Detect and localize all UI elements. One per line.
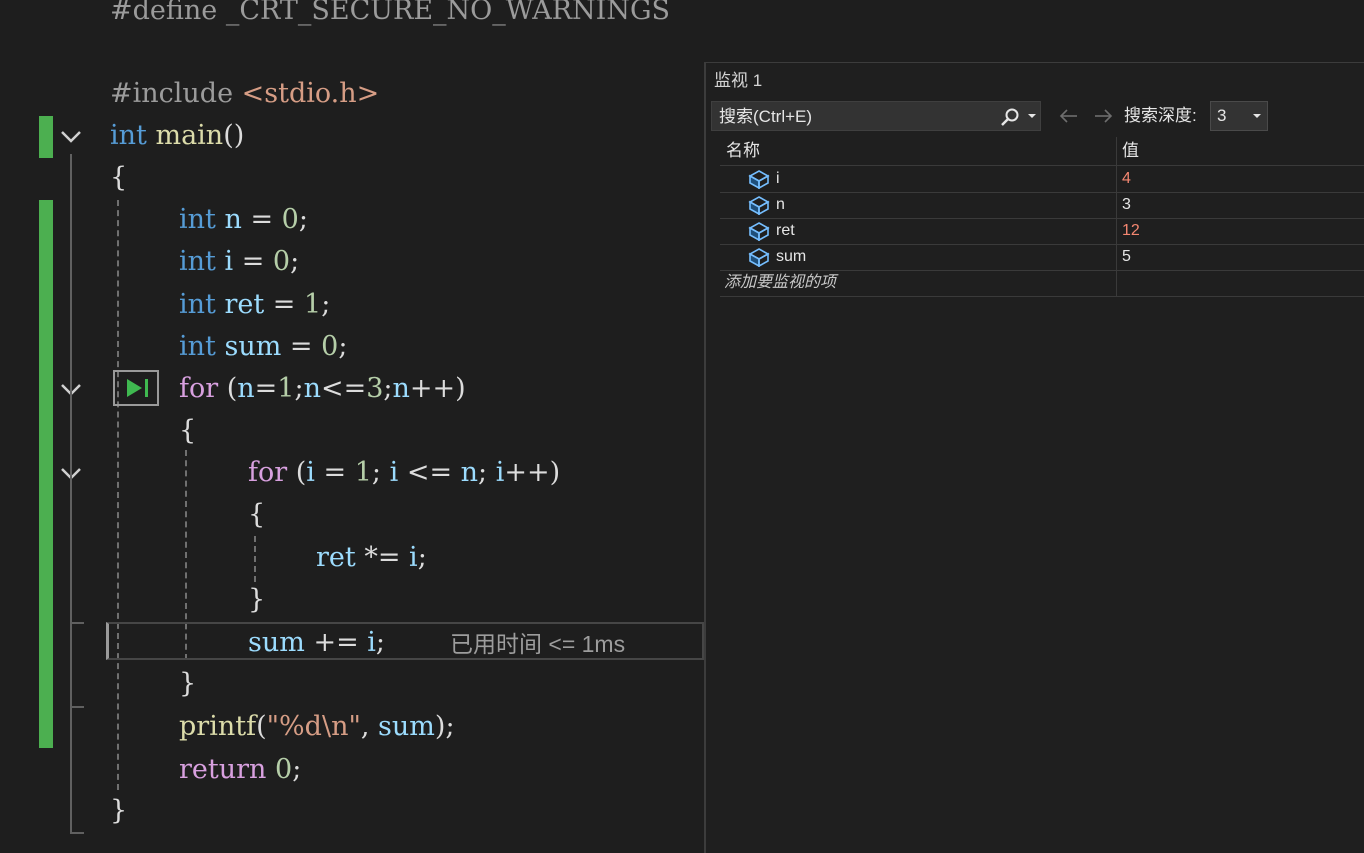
watch-row[interactable]: sum 5 <box>720 244 1364 271</box>
search-placeholder: 搜索(Ctrl+E) <box>719 107 813 126</box>
column-header-name[interactable]: 名称 <box>726 137 760 165</box>
code-line-brace: { <box>110 162 128 193</box>
code-line-sum-add: sum += i; <box>248 627 386 658</box>
code-line-include: #include <stdio.h> <box>110 78 380 109</box>
code-line-brace: { <box>248 499 266 530</box>
search-icon[interactable] <box>1000 107 1020 127</box>
code-line-brace: } <box>179 668 197 699</box>
code-line-brace: } <box>110 795 128 826</box>
code-line-decl-n: int n = 0; <box>179 204 308 235</box>
code-line-decl-ret: int ret = 1; <box>179 289 331 320</box>
code-line-for-inner: for (i = 1; i <= n; i++) <box>248 457 561 488</box>
run-to-click-icon <box>127 379 148 397</box>
search-depth-label: 搜索深度: <box>1124 106 1197 125</box>
outline-guide <box>70 706 84 708</box>
arrow-left-icon[interactable] <box>1058 105 1080 127</box>
watch-row-value[interactable]: 12 <box>1122 218 1140 244</box>
add-watch-item-label: 添加要监视的项 <box>724 274 837 291</box>
indent-guide <box>254 536 256 582</box>
watch-row-value[interactable]: 4 <box>1122 166 1131 192</box>
arrow-right-icon[interactable] <box>1092 105 1114 127</box>
code-line-printf: printf("%d\n", sum); <box>179 711 455 742</box>
chevron-down-icon <box>1253 114 1261 118</box>
code-line-for-outer: for (n=1;n<=3;n++) <box>179 373 466 404</box>
watch-panel-title: 监视 1 <box>714 71 763 90</box>
code-line-brace: { <box>179 415 197 446</box>
code-line-decl-i: int i = 0; <box>179 246 300 277</box>
watch-row[interactable]: n 3 <box>720 192 1364 219</box>
indent-guide <box>117 200 119 790</box>
code-line-main: int main() <box>110 120 245 151</box>
search-depth-value: 3 <box>1217 106 1227 125</box>
search-depth-select[interactable]: 3 <box>1210 101 1268 131</box>
watch-row-name: sum <box>776 248 807 265</box>
code-line-brace: } <box>248 584 266 615</box>
watch-table-header: 名称 值 <box>720 137 1364 166</box>
watch-row[interactable]: i 4 <box>720 166 1364 193</box>
column-header-value[interactable]: 值 <box>1122 137 1139 165</box>
variable-icon <box>748 248 770 267</box>
fold-chevron-icon[interactable] <box>58 124 84 150</box>
change-bar <box>39 200 53 748</box>
change-bar <box>39 116 53 158</box>
code-line-define: #define _CRT_SECURE_NO_WARNINGS <box>110 0 671 26</box>
code-line-return: return 0; <box>179 754 302 785</box>
watch-panel: 监视 1 搜索(Ctrl+E) 搜索深度: 3 名称 值 i 4 n 3 ret… <box>704 62 1364 853</box>
variable-icon <box>748 222 770 241</box>
code-line-decl-sum: int sum = 0; <box>179 331 348 362</box>
outline-guide <box>70 154 72 834</box>
chevron-down-icon[interactable] <box>1026 110 1038 122</box>
run-to-click-button[interactable] <box>113 370 159 406</box>
outline-guide <box>70 622 84 624</box>
watch-row-name: ret <box>776 222 795 239</box>
watch-row-name: i <box>776 170 780 187</box>
watch-row-value[interactable]: 5 <box>1122 244 1131 270</box>
outline-guide <box>70 832 84 834</box>
elapsed-time-hint: 已用时间 <= 1ms <box>450 631 626 657</box>
add-watch-item-row[interactable]: 添加要监视的项 <box>720 270 1364 297</box>
variable-icon <box>748 170 770 189</box>
watch-row-name: n <box>776 196 785 213</box>
watch-search-input[interactable]: 搜索(Ctrl+E) <box>711 101 1041 131</box>
variable-icon <box>748 196 770 215</box>
watch-row-value[interactable]: 3 <box>1122 192 1131 218</box>
watch-row[interactable]: ret 12 <box>720 218 1364 245</box>
code-line-ret-mul: ret *= i; <box>316 542 427 573</box>
